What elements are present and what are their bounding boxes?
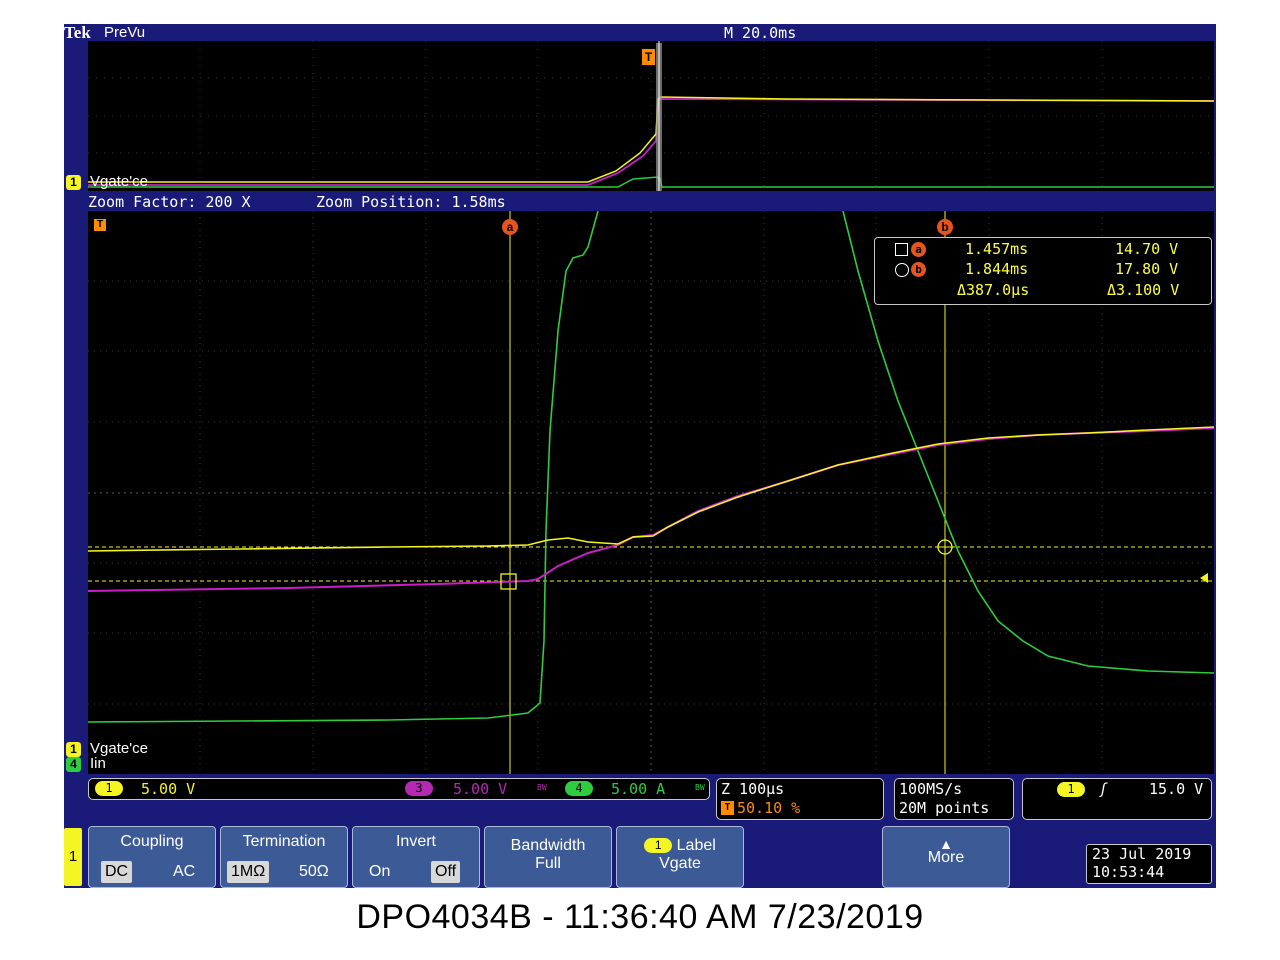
bottom-menu: 1 Coupling DC AC Termination 1MΩ 50Ω Inv… <box>64 824 1216 888</box>
cursor-b-badge: b <box>911 262 926 277</box>
overview-channel-label: Vgate'ce <box>90 173 148 190</box>
label-channel-indicator: 1 <box>644 838 673 854</box>
menu-channel-indicator: 1 <box>64 828 82 886</box>
termination-option-1m[interactable]: 1MΩ <box>227 861 270 883</box>
termination-button[interactable]: Termination 1MΩ 50Ω <box>220 826 348 888</box>
overview-waveform-window: T 1 Vgate'ce <box>66 41 1214 191</box>
zoom-ch1-label: Vgate'ce <box>90 740 148 757</box>
invert-button[interactable]: Invert On Off <box>352 826 480 888</box>
time: 10:53:44 <box>1092 863 1165 881</box>
zoom-scale: Z 100µs <box>721 780 785 798</box>
bandwidth-title: Bandwidth <box>510 837 586 854</box>
termination-option-50[interactable]: 50Ω <box>295 861 333 883</box>
sample-rate: 100MS/s <box>899 780 963 798</box>
cursor-a-badge: a <box>911 242 926 257</box>
label-button[interactable]: 1 Label Vgate <box>616 826 744 888</box>
zoom-trigger-icon: T <box>94 219 106 231</box>
invert-option-off[interactable]: Off <box>431 861 461 883</box>
square-icon <box>895 243 908 256</box>
cursor-readout-box: a 1.457ms 14.70 V b 1.844ms 17.80 V Δ387… <box>874 237 1212 305</box>
ch4-scale: 5.00 A <box>611 780 666 798</box>
trace-ch4-iin <box>88 211 599 723</box>
cursor-delta-time: Δ387.0µs <box>957 281 1030 299</box>
prevu-indicator: PreVu <box>104 24 146 41</box>
trigger-position-icon: T <box>721 801 734 815</box>
invert-option-on[interactable]: On <box>365 861 394 883</box>
cursor-readout-row-delta: Δ387.0µs Δ3.100 V <box>875 281 1211 301</box>
cursor-b-label[interactable]: b <box>937 219 953 235</box>
top-status-bar: Tek PreVu M 20.0ms <box>64 24 1216 42</box>
status-row: 1 5.00 V 3 5.00 V BW 4 5.00 A BW Z 100µs… <box>64 776 1216 822</box>
ch1-indicator[interactable]: 1 <box>95 781 123 796</box>
coupling-option-ac[interactable]: AC <box>169 861 199 883</box>
overview-trace-ch3 <box>88 98 1214 186</box>
bandwidth-value: Full <box>535 855 561 872</box>
trigger-position: 50.10 % <box>737 799 801 817</box>
ch4-indicator[interactable]: 4 <box>565 781 593 796</box>
chevron-up-icon: ▲ <box>939 836 953 852</box>
trigger-box: 1 ʃ 15.0 V <box>1022 778 1212 820</box>
cursor-delta-value: Δ3.100 V <box>1107 281 1180 299</box>
coupling-option-dc[interactable]: DC <box>101 861 133 883</box>
ch3-scale: 5.00 V <box>453 780 508 798</box>
screenshot-caption: DPO4034B - 11:36:40 AM 7/23/2019 <box>356 898 924 936</box>
acquisition-box: 100MS/s 20M points <box>894 778 1014 820</box>
termination-title: Termination <box>242 833 326 850</box>
trigger-channel-indicator[interactable]: 1 <box>1057 782 1085 797</box>
ch1-scale: 5.00 V <box>141 780 196 798</box>
cursor-a-label[interactable]: a <box>502 219 518 235</box>
ch3-bw-mark: BW <box>537 783 547 792</box>
zoom-factor: Zoom Factor: 200 X <box>88 193 251 211</box>
more-button[interactable]: ▲ More <box>882 826 1010 888</box>
bandwidth-button[interactable]: Bandwidth Full <box>484 826 612 888</box>
trigger-level: 15.0 V <box>1149 780 1204 798</box>
record-length: 20M points <box>899 799 990 817</box>
overview-ch1-marker: 1 <box>66 175 81 190</box>
cursor-b-time: 1.844ms <box>965 260 1029 278</box>
ch4-bw-mark: BW <box>695 783 705 792</box>
coupling-title: Coupling <box>120 833 184 850</box>
date-time-display: 23 Jul 2019 10:53:44 <box>1086 844 1212 884</box>
label-value: Vgate <box>659 855 701 872</box>
ch3-indicator[interactable]: 3 <box>405 781 433 796</box>
label-title: Label <box>676 837 716 854</box>
cursor-b-value: 17.80 V <box>1115 260 1179 278</box>
horizontal-zoom-box: Z 100µs T 50.10 % <box>716 778 884 820</box>
cursor-a-time: 1.457ms <box>965 240 1029 258</box>
zoom-ch1-marker: 1 <box>66 742 81 757</box>
vertical-scale-box: 1 5.00 V 3 5.00 V BW 4 5.00 A BW <box>88 778 710 800</box>
label-title-row: 1 Label <box>617 837 743 855</box>
tek-logo: Tek <box>64 24 91 42</box>
coupling-button[interactable]: Coupling DC AC <box>88 826 216 888</box>
cursor-readout-row-a: a 1.457ms 14.70 V <box>875 240 1211 260</box>
zoom-info-bar: Zoom Factor: 200 X Zoom Position: 1.58ms <box>64 193 1216 211</box>
circle-icon <box>895 263 909 277</box>
rising-edge-icon: ʃ <box>1099 780 1109 798</box>
timebase-readout: M 20.0ms <box>724 24 797 42</box>
cursor-a-value: 14.70 V <box>1115 240 1179 258</box>
oscilloscope-screen: Tek PreVu M 20.0ms T 1 Vgate'ce Zoom Fac… <box>64 24 1216 888</box>
cursor-readout-row-b: b 1.844ms 17.80 V <box>875 260 1211 280</box>
zoom-ch4-marker: 4 <box>66 757 81 772</box>
zoom-position: Zoom Position: 1.58ms <box>316 193 506 211</box>
zoom-ch4-label: Iin <box>90 755 106 772</box>
date: 23 Jul 2019 <box>1092 845 1192 863</box>
more-title: More <box>927 849 965 866</box>
invert-title: Invert <box>395 833 436 850</box>
overview-trigger-icon: T <box>642 49 655 65</box>
